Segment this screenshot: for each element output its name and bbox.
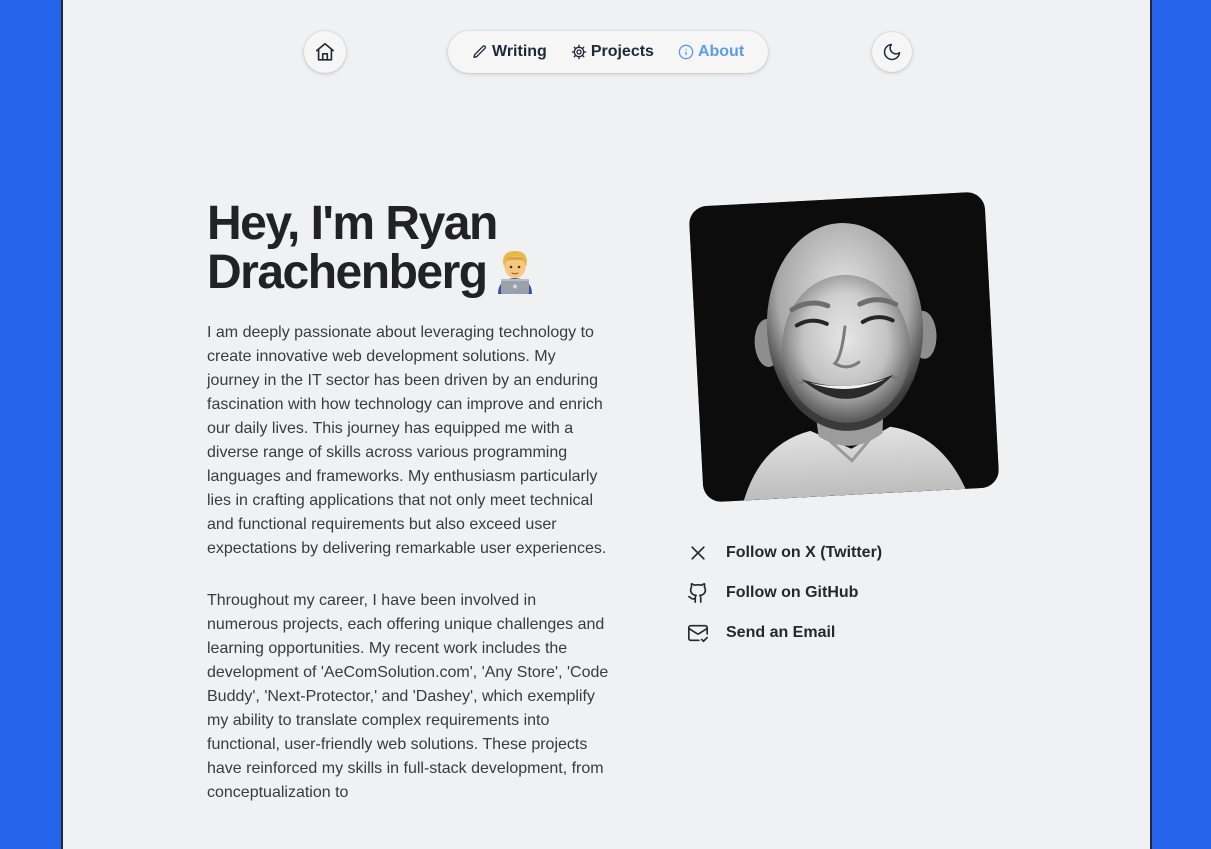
page-frame: Writing Projects About Hey, I'm Ryan Dra… (61, 0, 1152, 849)
main-nav: Writing Projects About (448, 31, 768, 73)
pencil-icon (473, 45, 487, 58)
mail-check-icon (686, 621, 710, 645)
nav-item-about[interactable]: About (678, 43, 744, 61)
nav-item-projects[interactable]: Projects (571, 43, 654, 61)
github-icon (686, 581, 710, 605)
theme-toggle-button[interactable] (872, 32, 912, 72)
nav-label-writing: Writing (492, 43, 547, 60)
social-links: Follow on X (Twitter) Follow on GitHub S… (686, 541, 882, 661)
home-icon (315, 42, 335, 61)
info-icon (678, 44, 694, 60)
send-email-link[interactable]: Send an Email (686, 621, 882, 645)
moon-icon (883, 43, 901, 61)
follow-x-label: Follow on X (Twitter) (726, 544, 883, 561)
page-title: Hey, I'm Ryan Drachenberg (207, 199, 627, 303)
follow-x-link[interactable]: Follow on X (Twitter) (686, 541, 882, 565)
send-email-label: Send an Email (726, 624, 836, 641)
bio-paragraph: Throughout my career, I have been involv… (207, 592, 609, 801)
nav-item-writing[interactable]: Writing (472, 43, 547, 61)
home-button[interactable] (304, 31, 346, 73)
gear-icon (571, 44, 587, 60)
nav-label-projects: Projects (590, 43, 654, 60)
page-title-text: Hey, I'm Ryan Drachenberg (207, 197, 498, 299)
profile-photo (688, 191, 1000, 503)
follow-github-label: Follow on GitHub (726, 584, 859, 601)
bio-paragraph: I am deeply passionate about leveraging … (207, 324, 607, 557)
x-icon (686, 541, 710, 565)
nav-label-about: About (697, 43, 745, 60)
bio-section: I am deeply passionate about leveraging … (207, 321, 609, 833)
follow-github-link[interactable]: Follow on GitHub (686, 581, 882, 605)
technologist-emoji (493, 248, 537, 303)
